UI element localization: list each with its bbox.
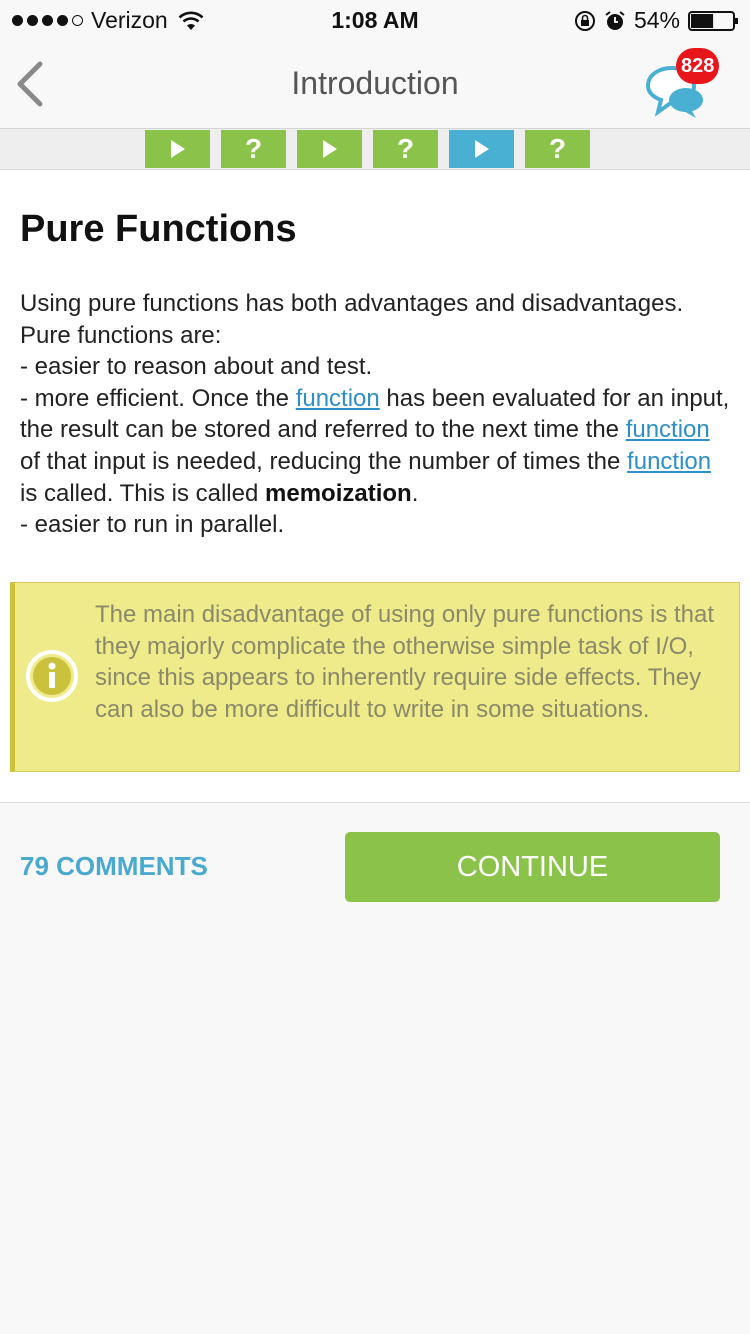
info-note-box: The main disadvantage of using only pure… [10,582,740,772]
lesson-point: - easier to reason about and test. [20,351,732,383]
point-text: of that input is needed, reducing the nu… [20,447,628,475]
status-right: 54% [574,7,740,34]
lesson-content-card: Pure Functions Using pure functions has … [0,170,750,803]
play-icon [322,140,337,158]
question-mark-icon: ? [244,133,263,164]
lesson-step-play-1[interactable] [145,130,210,168]
page-title: Introduction [291,65,459,101]
glossary-link-function[interactable]: function [627,448,711,475]
play-icon [170,140,185,158]
lesson-body: Using pure functions has both advantages… [20,288,732,541]
lesson-paragraph: Using pure functions has both advantages… [20,288,732,320]
lesson-steps: ??? [145,130,590,168]
glossary-link-function[interactable]: function [626,416,710,443]
continue-button[interactable]: CONTINUE [345,832,720,902]
question-mark-icon: ? [396,133,415,164]
nav-bar: Introduction 828 [0,40,750,129]
point-text: - more efficient. Once the [20,384,296,412]
comments-link[interactable]: 79 COMMENTS [20,851,208,882]
lesson-step-quiz-4[interactable]: ? [373,130,438,168]
intro-text: Using pure functions has both advantages… [20,290,684,317]
play-icon [474,140,489,158]
point-text: - easier to run in parallel. [20,511,285,539]
note-text: The main disadvantage of using only pure… [95,601,715,723]
rotation-lock-icon [574,10,595,31]
notification-badge: 828 [676,48,720,84]
lesson-paragraph: Pure functions are: [20,320,732,352]
alarm-icon [605,10,625,30]
battery-icon [688,10,738,31]
status-bar: Verizon 1:08 AM 54% [0,0,750,40]
intro-text: Pure functions are: [20,321,222,349]
bold-term: memoization [265,479,412,507]
lesson-step-play-3[interactable] [297,130,362,168]
point-text: is called. This is called [20,479,265,507]
point-text: - easier to reason about and test. [20,353,373,381]
lesson-title: Pure Functions [20,208,297,250]
battery-percent: 54% [633,7,680,33]
lesson-point: - more efficient. Once the function has … [20,383,732,509]
question-mark-icon: ? [548,133,567,164]
glossary-link-function[interactable]: function [296,385,380,412]
lesson-progress-strip: ??? [0,129,750,170]
lesson-point: - easier to run in parallel. [20,509,732,541]
discussion-button[interactable]: 828 [640,48,730,120]
lesson-step-quiz-6[interactable]: ? [525,130,590,168]
info-icon [26,650,78,702]
lesson-step-quiz-2[interactable]: ? [221,130,286,168]
lesson-step-play-5[interactable] [449,130,514,168]
point-text: . [411,479,419,507]
